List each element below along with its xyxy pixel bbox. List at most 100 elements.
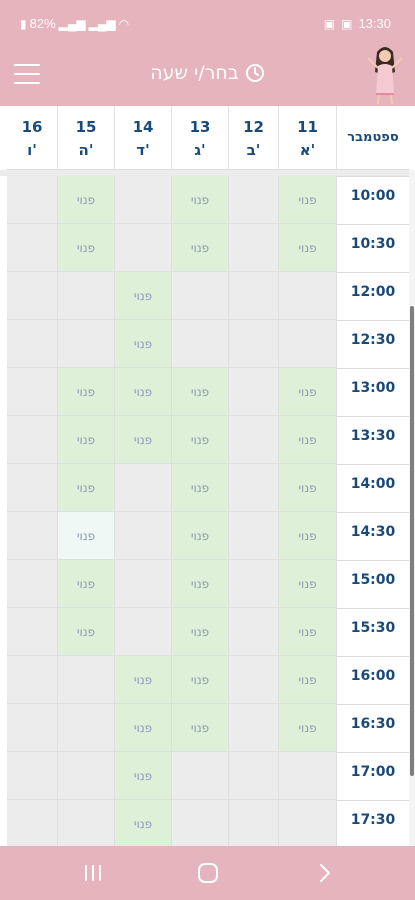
time-slot-free[interactable]: פנוי	[115, 320, 172, 368]
time-slot-free[interactable]: פנוי	[279, 464, 337, 512]
time-slot-unavailable	[229, 416, 279, 464]
time-slot-free[interactable]: פנוי	[172, 608, 229, 656]
time-slot-free[interactable]: פנוי	[279, 224, 337, 272]
day-letter: ד'	[136, 141, 150, 159]
time-slot-free[interactable]: פנוי	[115, 272, 172, 320]
time-slot-unavailable	[115, 224, 172, 272]
time-slot-unavailable	[172, 320, 229, 368]
time-slot-unavailable	[279, 272, 337, 320]
time-slot-free[interactable]: פנוי	[58, 224, 115, 272]
day-letter: ב'	[246, 141, 261, 159]
time-label: 16:00	[337, 656, 409, 704]
time-slot-unavailable	[7, 176, 58, 224]
time-slot-unavailable	[229, 176, 279, 224]
time-slot-free[interactable]: פנוי	[279, 560, 337, 608]
time-slot-free[interactable]: פנוי	[58, 416, 115, 464]
time-slot-unavailable	[7, 368, 58, 416]
time-slot-free[interactable]: פנוי	[115, 416, 172, 464]
time-slot-unavailable	[229, 656, 279, 704]
time-slot-free[interactable]: פנוי	[172, 368, 229, 416]
time-slot-free[interactable]: פנוי	[58, 464, 115, 512]
recent-apps-button[interactable]	[78, 860, 108, 886]
time-label: 15:30	[337, 608, 409, 656]
time-slot-free[interactable]: פנוי	[172, 224, 229, 272]
avatar[interactable]	[365, 44, 405, 106]
time-slot-unavailable	[115, 560, 172, 608]
month-label: ספטמבר	[337, 106, 409, 170]
time-slot-unavailable	[115, 176, 172, 224]
time-label: 10:00	[337, 176, 409, 224]
day-letter: א'	[299, 141, 316, 159]
time-slot-free[interactable]: פנוי	[279, 368, 337, 416]
time-slot-free[interactable]: פנוי	[279, 416, 337, 464]
day-number: 15	[75, 118, 97, 136]
back-button[interactable]	[310, 860, 340, 886]
home-button[interactable]	[193, 860, 223, 886]
time-slot-free[interactable]: פנוי	[279, 608, 337, 656]
time-slot-unavailable	[279, 320, 337, 368]
time-slot-unavailable	[7, 464, 58, 512]
time-slot-unavailable	[58, 320, 115, 368]
time-label: 13:30	[337, 416, 409, 464]
time-slot-unavailable	[7, 800, 58, 846]
time-slot-free[interactable]: פנוי	[279, 512, 337, 560]
time-slot-free[interactable]: פנוי	[58, 608, 115, 656]
recent-apps-icon	[85, 865, 101, 881]
time-slot-free[interactable]: פנוי	[279, 704, 337, 752]
time-slot-unavailable	[229, 464, 279, 512]
time-slot-unavailable	[229, 320, 279, 368]
day-number: 13	[189, 118, 211, 136]
status-clock: 13:30	[358, 16, 391, 31]
day-header-11: 11 א'	[279, 106, 337, 170]
time-slot-free[interactable]: פנוי	[172, 704, 229, 752]
time-label: 16:30	[337, 704, 409, 752]
time-slot-free[interactable]: פנוי	[115, 752, 172, 800]
time-slot-unavailable	[229, 560, 279, 608]
time-slot-unavailable	[58, 272, 115, 320]
time-slot-free[interactable]: פנוי	[279, 656, 337, 704]
time-slot-unavailable	[229, 512, 279, 560]
image-icon: ▣	[341, 16, 353, 31]
time-slot-unavailable	[7, 416, 58, 464]
time-slot-free[interactable]: פנוי	[58, 368, 115, 416]
day-header-16: 16 ו'	[7, 106, 58, 170]
time-slot-free[interactable]: פנוי	[58, 512, 115, 560]
time-slot-free[interactable]: פנוי	[172, 176, 229, 224]
time-slot-free[interactable]: פנוי	[58, 560, 115, 608]
time-slot-free[interactable]: פנוי	[172, 656, 229, 704]
time-slot-free[interactable]: פנוי	[58, 176, 115, 224]
app-bar: בחר/י שעה	[0, 47, 415, 106]
status-left: ▮ 82% ▂▄▆ ▂▄▆ ◠	[20, 16, 129, 31]
time-slot-free[interactable]: פנוי	[172, 560, 229, 608]
time-slot-unavailable	[7, 656, 58, 704]
time-slot-unavailable	[172, 800, 229, 846]
time-slot-unavailable	[7, 752, 58, 800]
time-slot-free[interactable]: פנוי	[115, 704, 172, 752]
time-slot-free[interactable]: פנוי	[115, 368, 172, 416]
day-header-12: 12 ב'	[229, 106, 279, 170]
notification-icon: ▣	[323, 16, 336, 31]
time-slot-unavailable	[7, 512, 58, 560]
time-slot-free[interactable]: פנוי	[172, 464, 229, 512]
time-slot-unavailable	[7, 224, 58, 272]
time-slot-unavailable	[115, 512, 172, 560]
time-slot-unavailable	[58, 656, 115, 704]
time-slot-unavailable	[279, 752, 337, 800]
time-slot-unavailable	[7, 320, 58, 368]
time-slot-unavailable	[229, 800, 279, 846]
day-number: 16	[21, 118, 43, 136]
time-label: 10:30	[337, 224, 409, 272]
time-slot-free[interactable]: פנוי	[115, 656, 172, 704]
scrollbar-thumb[interactable]	[410, 306, 414, 776]
time-slot-unavailable	[229, 368, 279, 416]
time-slot-unavailable	[7, 560, 58, 608]
time-slot-free[interactable]: פנוי	[279, 176, 337, 224]
time-slot-unavailable	[172, 752, 229, 800]
time-slot-unavailable	[7, 272, 58, 320]
time-slot-unavailable	[115, 608, 172, 656]
time-slot-unavailable	[229, 752, 279, 800]
time-slot-unavailable	[58, 704, 115, 752]
time-slot-free[interactable]: פנוי	[172, 512, 229, 560]
time-slot-free[interactable]: פנוי	[172, 416, 229, 464]
time-slot-free[interactable]: פנוי	[115, 800, 172, 846]
